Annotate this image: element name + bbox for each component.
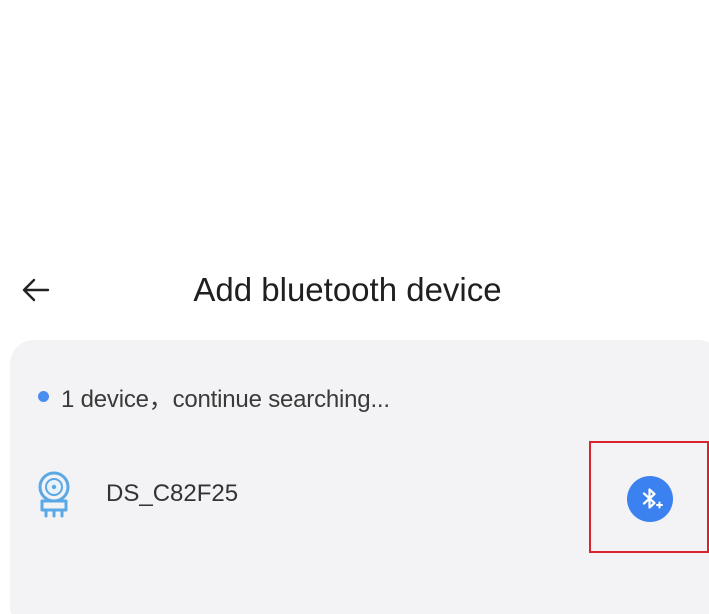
page-title: Add bluetooth device	[193, 271, 502, 308]
add-bluetooth-device-screen: Add bluetooth device 1 device，continue s…	[0, 0, 709, 614]
status-dot-icon	[38, 390, 49, 402]
bluetooth-add-icon	[642, 488, 663, 509]
bluetooth-connect-button[interactable]	[627, 476, 673, 522]
scale-device-icon	[38, 471, 70, 518]
scan-status-text: 1 device，continue searching...	[61, 385, 390, 413]
header-bar: Add bluetooth device	[0, 258, 709, 322]
scan-status: 1 device，continue searching...	[38, 376, 390, 416]
device-name: DS_C82F25	[106, 480, 239, 507]
